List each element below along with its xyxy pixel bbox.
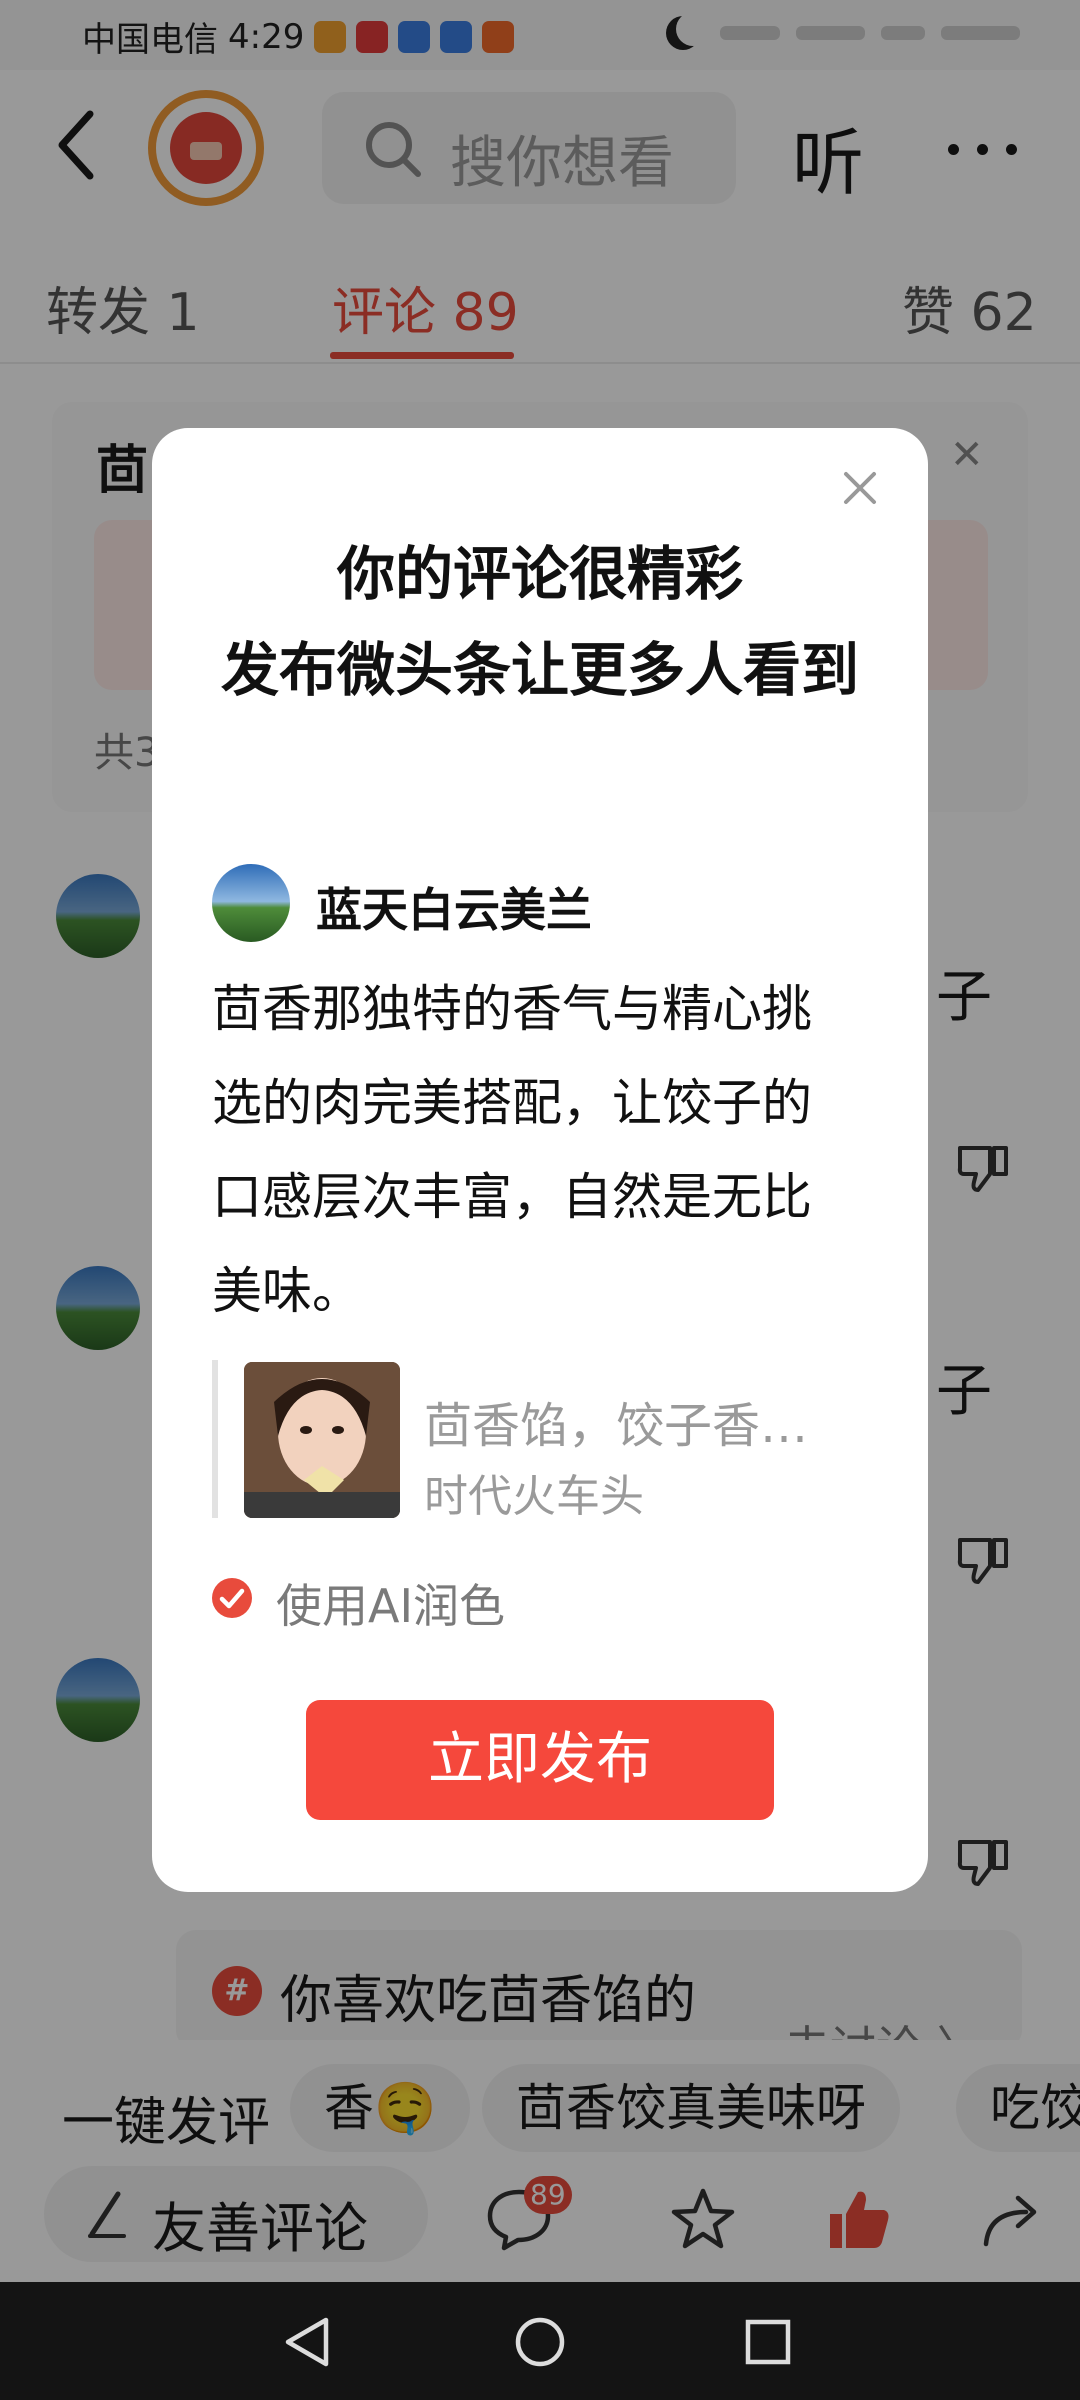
nav-home-icon[interactable]: [514, 2316, 566, 2368]
publish-button[interactable]: 立即发布: [306, 1700, 774, 1820]
article-thumbnail: [244, 1362, 400, 1518]
system-navigation-bar: [0, 2282, 1080, 2400]
nav-recents-icon[interactable]: [744, 2318, 792, 2366]
checkmark-icon: [219, 1588, 245, 1609]
quote-source: 时代火车头: [424, 1471, 644, 1522]
nav-back-icon[interactable]: [282, 2316, 332, 2368]
quote-bar: [212, 1360, 218, 1518]
user-name: 蓝天白云美兰: [316, 883, 592, 937]
dialog-close-icon[interactable]: [840, 468, 880, 508]
comment-text: 茴香那独特的香气与精心挑选的肉完美搭配，让饺子的口感层次丰富，自然是无比美味。: [212, 980, 812, 1320]
user-avatar: [212, 864, 290, 942]
dialog-title: 你的评论很精彩 发布微头条让更多人看到: [220, 540, 859, 704]
ai-polish-checkbox[interactable]: [212, 1578, 252, 1618]
ai-polish-label[interactable]: 使用AI润色: [276, 1570, 505, 1636]
quote-title: 茴香馅，饺子香…: [424, 1398, 809, 1454]
